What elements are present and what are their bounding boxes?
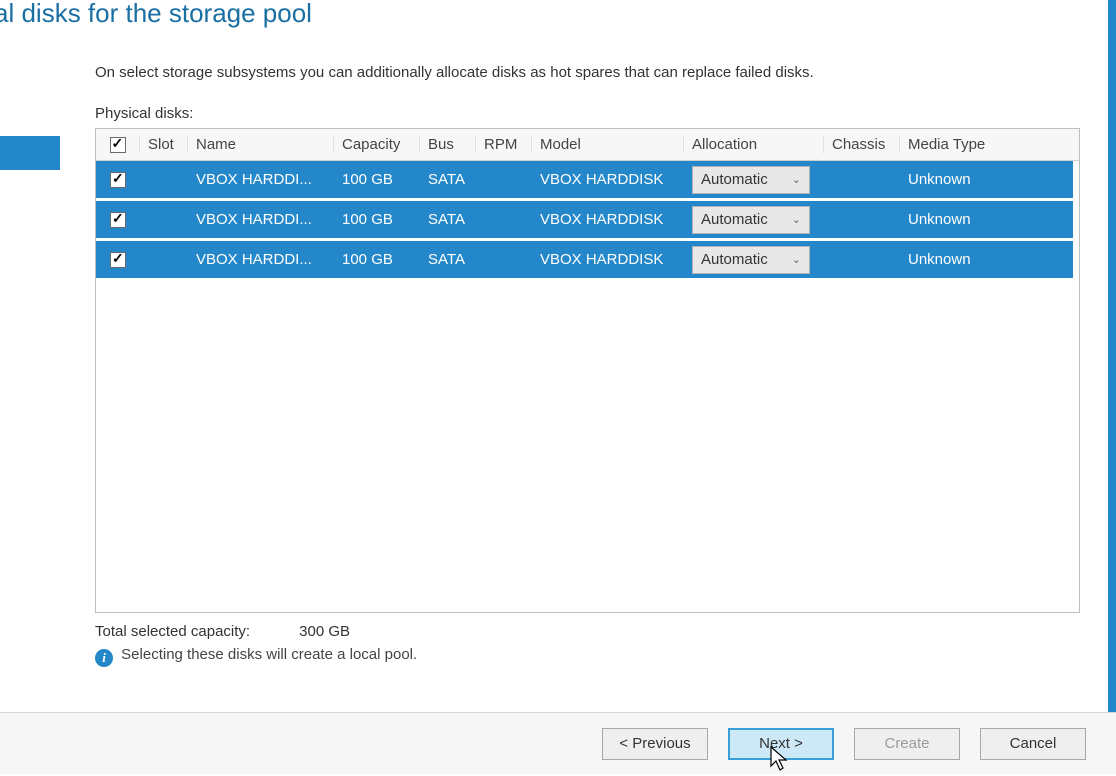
totals-line: Total selected capacity: 300 GB (95, 623, 1086, 640)
select-all-checkbox[interactable] (110, 137, 126, 153)
row-checkbox-cell[interactable] (96, 171, 140, 188)
cell-model: VBOX HARDDISK (532, 211, 684, 228)
row-checkbox[interactable] (110, 172, 126, 188)
allocation-value: Automatic (701, 211, 768, 228)
cell-capacity: 100 GB (334, 171, 420, 188)
cell-model: VBOX HARDDISK (532, 171, 684, 188)
window-right-edge (1108, 0, 1116, 774)
header-media-type[interactable]: Media Type (900, 136, 1070, 153)
cancel-button[interactable]: Cancel (980, 728, 1086, 760)
page-title: al disks for the storage pool (0, 0, 1116, 37)
info-text: Selecting these disks will create a loca… (121, 646, 417, 663)
cell-capacity: 100 GB (334, 251, 420, 268)
info-line: i Selecting these disks will create a lo… (95, 646, 1086, 667)
allocation-dropdown[interactable]: Automatic ⌄ (692, 206, 810, 234)
cell-model: VBOX HARDDISK (532, 251, 684, 268)
main-content: On select storage subsystems you can add… (95, 64, 1086, 667)
row-checkbox-cell[interactable] (96, 251, 140, 268)
intro-text: On select storage subsystems you can add… (95, 64, 1086, 81)
cell-capacity: 100 GB (334, 211, 420, 228)
header-allocation[interactable]: Allocation (684, 136, 824, 153)
cell-name: VBOX HARDDI... (188, 251, 334, 268)
grid-label: Physical disks: (95, 105, 1086, 122)
row-checkbox-cell[interactable] (96, 211, 140, 228)
cell-name: VBOX HARDDI... (188, 171, 334, 188)
header-chassis[interactable]: Chassis (824, 136, 900, 153)
chevron-down-icon: ⌄ (792, 253, 801, 266)
cell-name: VBOX HARDDI... (188, 211, 334, 228)
cell-bus: SATA (420, 211, 476, 228)
create-button: Create (854, 728, 960, 760)
chevron-down-icon: ⌄ (792, 213, 801, 226)
next-button[interactable]: Next > (728, 728, 834, 760)
allocation-value: Automatic (701, 171, 768, 188)
totals-value: 300 GB (299, 623, 350, 640)
table-row[interactable]: VBOX HARDDI... 100 GB SATA VBOX HARDDISK… (96, 161, 1073, 201)
totals-label: Total selected capacity: (95, 623, 295, 640)
header-rpm[interactable]: RPM (476, 136, 532, 153)
table-row[interactable]: VBOX HARDDI... 100 GB SATA VBOX HARDDISK… (96, 201, 1073, 241)
cell-media-type: Unknown (900, 171, 1070, 188)
previous-button[interactable]: < Previous (602, 728, 708, 760)
header-checkbox-cell[interactable] (96, 136, 140, 153)
table-row[interactable]: VBOX HARDDI... 100 GB SATA VBOX HARDDISK… (96, 241, 1073, 281)
header-slot[interactable]: Slot (140, 136, 188, 153)
allocation-dropdown[interactable]: Automatic ⌄ (692, 246, 810, 274)
cell-bus: SATA (420, 171, 476, 188)
info-icon: i (95, 649, 113, 667)
row-checkbox[interactable] (110, 212, 126, 228)
header-capacity[interactable]: Capacity (334, 136, 420, 153)
allocation-value: Automatic (701, 251, 768, 268)
header-name[interactable]: Name (188, 136, 334, 153)
grid-body: VBOX HARDDI... 100 GB SATA VBOX HARDDISK… (96, 161, 1073, 281)
cell-media-type: Unknown (900, 251, 1070, 268)
wizard-footer: < Previous Next > Create Cancel (0, 712, 1116, 774)
physical-disks-grid: Slot Name Capacity Bus RPM Model Allocat… (95, 128, 1080, 613)
chevron-down-icon: ⌄ (792, 173, 801, 186)
grid-header: Slot Name Capacity Bus RPM Model Allocat… (96, 129, 1079, 161)
header-bus[interactable]: Bus (420, 136, 476, 153)
wizard-step-indicator (0, 136, 60, 170)
header-model[interactable]: Model (532, 136, 684, 153)
cell-bus: SATA (420, 251, 476, 268)
allocation-dropdown[interactable]: Automatic ⌄ (692, 166, 810, 194)
cell-allocation: Automatic ⌄ (684, 206, 824, 234)
cell-allocation: Automatic ⌄ (684, 166, 824, 194)
cell-media-type: Unknown (900, 211, 1070, 228)
cell-allocation: Automatic ⌄ (684, 246, 824, 274)
row-checkbox[interactable] (110, 252, 126, 268)
